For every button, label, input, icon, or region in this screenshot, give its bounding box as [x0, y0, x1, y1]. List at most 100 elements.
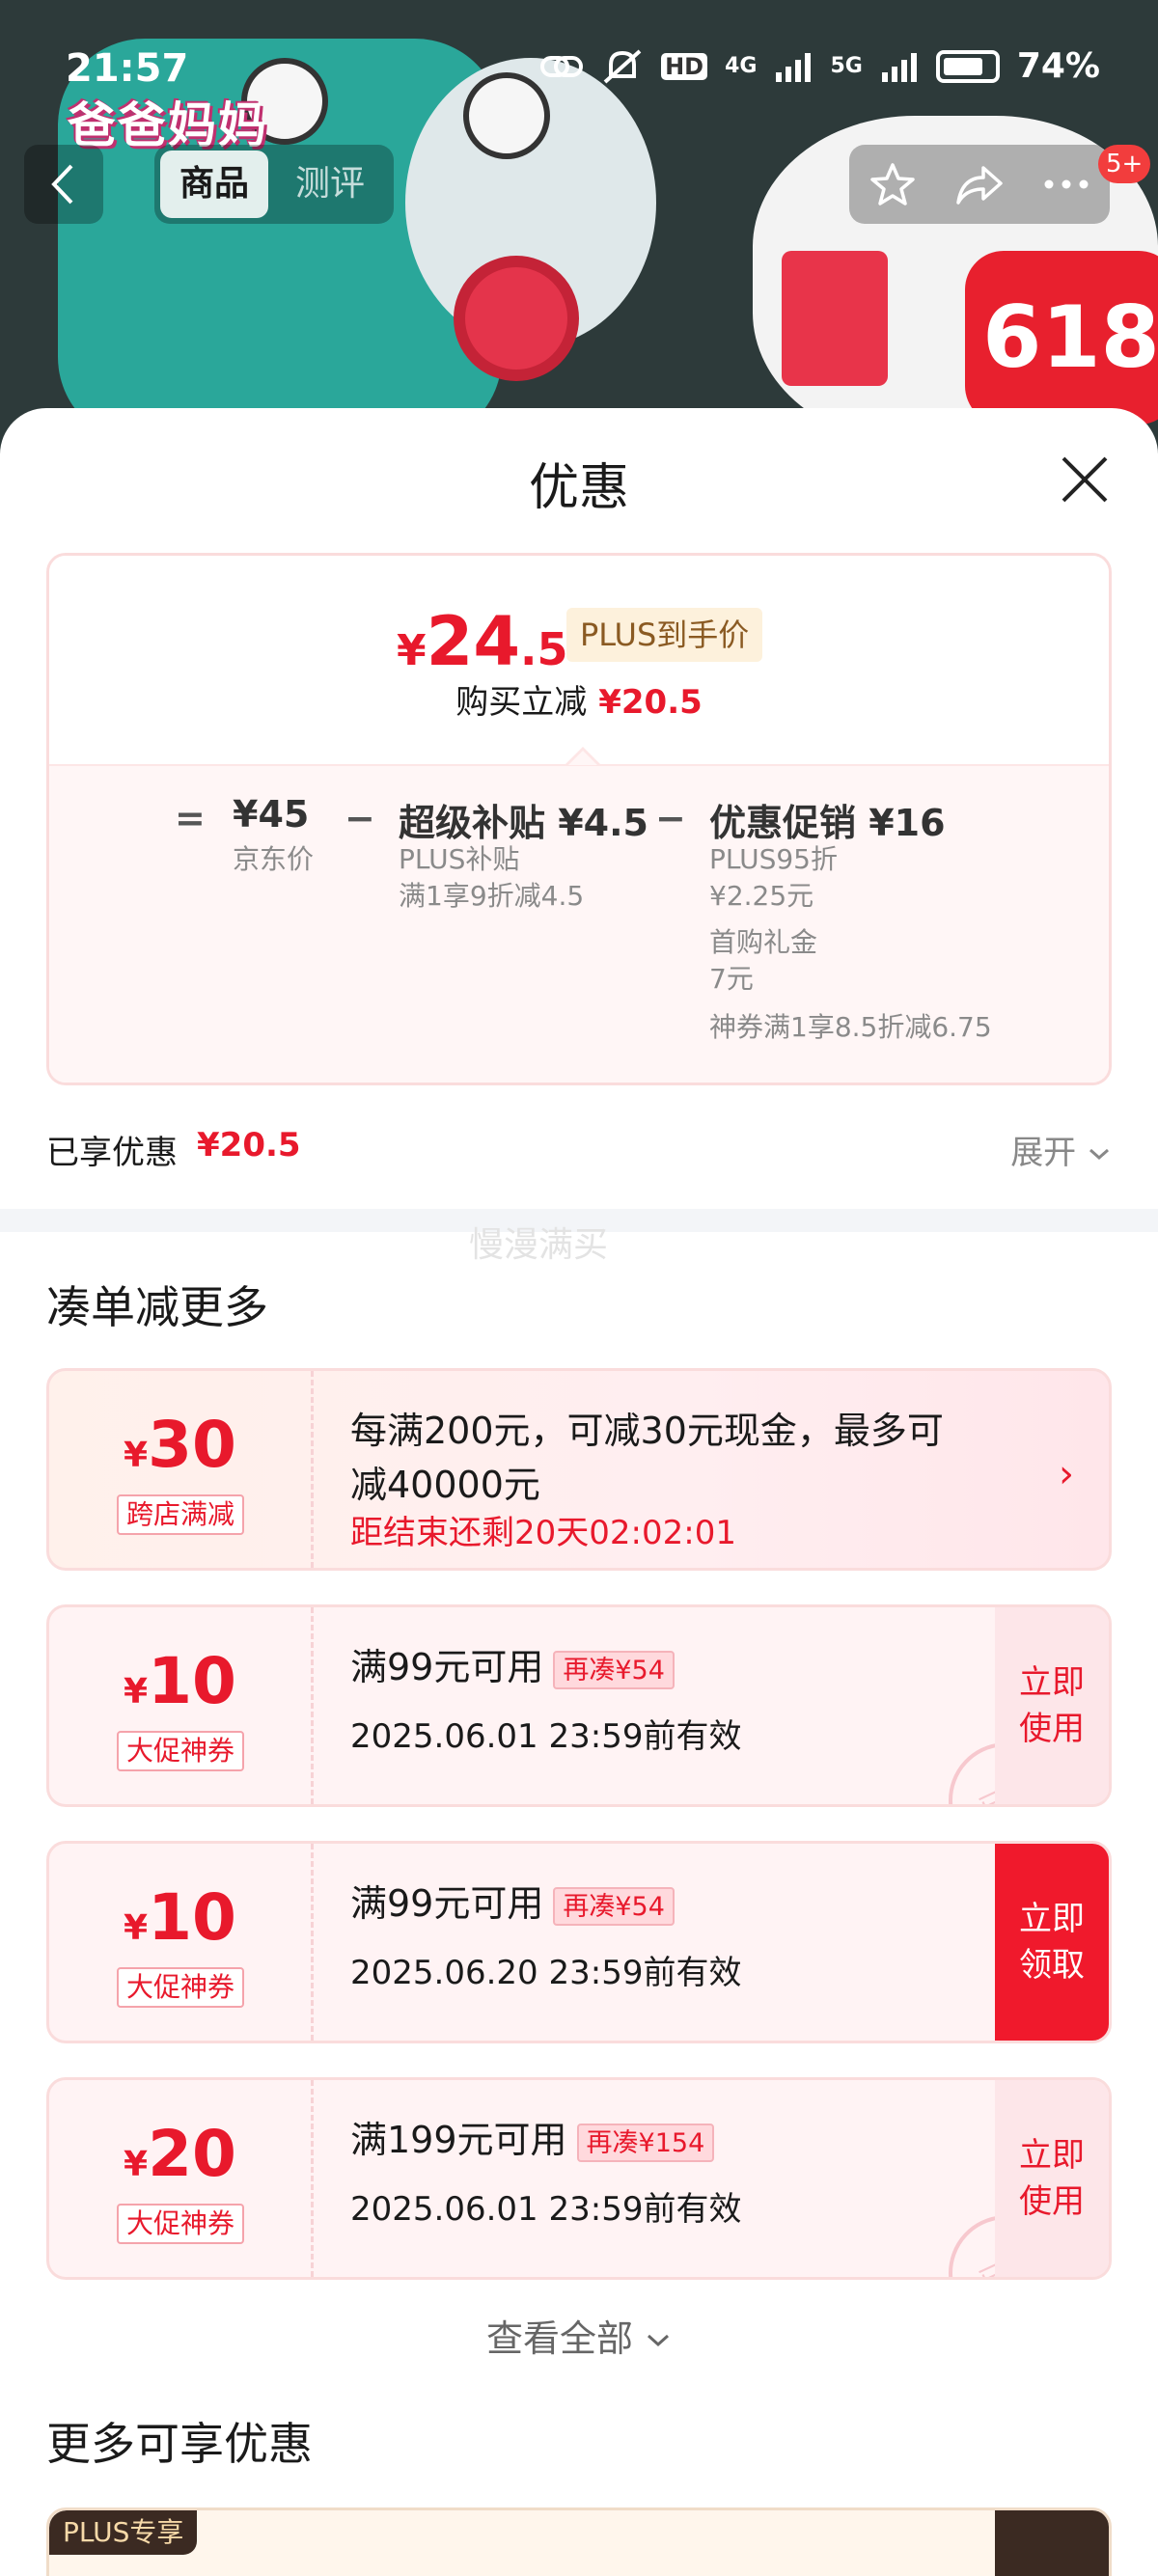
tab-product[interactable]: 商品: [160, 151, 268, 218]
coupon-countdown: 距结束还剩20天02:02:01: [350, 1514, 736, 1552]
coupon-condition: 满99元可用: [350, 1646, 544, 1688]
coupon-description: 满99元可用 再凑¥54: [350, 1877, 675, 1931]
coupon-type-tag: 大促神券: [117, 1731, 245, 1771]
battery-percent: 74%: [1016, 46, 1100, 86]
use-now-button[interactable]: 立即使用: [995, 1607, 1109, 1804]
coupon-validity: 2025.06.20 23:59前有效: [350, 1954, 742, 1992]
view-all-label: 查看全部: [485, 2317, 633, 2360]
link-icon: [540, 55, 584, 77]
promo-line: 神券满1享8.5折减6.75: [709, 1011, 992, 1043]
coupon-condition: 满99元可用: [350, 1882, 544, 1925]
jd-price: ¥45: [233, 793, 310, 836]
coupon-value: 10: [148, 1880, 236, 1955]
product-tabs: 商品 测评: [154, 145, 394, 224]
coupon-amount: ¥20: [49, 2117, 311, 2191]
coupon-amount-area: ¥30 跨店满减: [49, 1371, 314, 1568]
coupon-type-tag: 跨店满减: [117, 1494, 245, 1535]
promo-title: 优惠促销 ¥16: [709, 802, 946, 844]
back-button[interactable]: [24, 145, 103, 224]
mute-icon: [603, 49, 642, 83]
saved-value: ¥20.5: [197, 1126, 301, 1165]
more-discounts-title: 更多可享优惠: [46, 2418, 313, 2470]
use-now-button[interactable]: 立即使用: [995, 2080, 1109, 2277]
plus-coupon-card[interactable]: PLUS专享: [46, 2507, 1112, 2576]
coupon-amount: ¥10: [49, 1880, 311, 1955]
discount-sheet: 优惠 ¥24.5 PLUS到手价 购买立减 ¥20.5 = ¥45 京东价 − 超…: [0, 408, 1158, 2576]
currency-symbol: ¥: [124, 1908, 149, 1948]
network-5g-label: 5G: [830, 54, 863, 78]
coupon-card: ¥10 大促神券 满99元可用 再凑¥54 2025.06.01 23:59前有效…: [46, 1604, 1112, 1807]
coupon-validity: 2025.06.01 23:59前有效: [350, 2190, 742, 2229]
coupon-description: 满199元可用 再凑¥154: [350, 2113, 715, 2167]
coupon-card[interactable]: ¥30 跨店满减 每满200元，可减30元现金，最多可 减40000元 距结束还…: [46, 1368, 1112, 1571]
currency-symbol: ¥: [124, 1436, 149, 1475]
promo-line: 7元: [709, 963, 754, 995]
coupon-condition: 满199元可用: [350, 2119, 567, 2161]
hd-icon: HD: [661, 52, 708, 80]
coupon-gap-tag: 再凑¥54: [553, 1650, 675, 1689]
currency-symbol: ¥: [397, 626, 427, 675]
promo-618-badge: 618: [965, 251, 1158, 425]
coupon-gap-tag: 再凑¥54: [553, 1886, 675, 1926]
price-summary-card: ¥24.5 PLUS到手价 购买立减 ¥20.5 = ¥45 京东价 − 超级补贴…: [46, 553, 1112, 1085]
signal-icon: [776, 52, 812, 82]
coupon-amount: ¥10: [49, 1644, 311, 1718]
summary-top: ¥24.5 PLUS到手价 购买立减 ¥20.5: [49, 556, 1109, 764]
coupon-description: 满99元可用 再凑¥54: [350, 1640, 675, 1694]
bundle-section-title: 凑单减更多: [46, 1281, 268, 1333]
saved-label: 已享优惠: [46, 1134, 178, 1172]
tab-review[interactable]: 测评: [276, 151, 384, 218]
signal-icon: [881, 52, 917, 82]
battery-icon: [935, 49, 1000, 83]
jd-price-label: 京东价: [233, 843, 315, 875]
promo-line: PLUS95折: [709, 843, 838, 875]
plus-action-area[interactable]: [995, 2510, 1109, 2576]
star-icon[interactable]: [868, 160, 917, 208]
coupon-type-tag: 大促神券: [117, 1967, 245, 2008]
promo-line: ¥2.25元: [709, 880, 814, 912]
purchase-reduction: 购买立减 ¥20.5: [49, 675, 1109, 723]
subsidy-line: PLUS补贴: [399, 843, 520, 875]
more-icon[interactable]: [1042, 178, 1090, 191]
status-time: 21:57: [66, 46, 189, 91]
minus-sign: −: [655, 797, 686, 839]
coupon-card: ¥10 大促神券 满99元可用 再凑¥54 2025.06.20 23:59前有效…: [46, 1841, 1112, 2043]
price-integer: 24: [426, 602, 521, 681]
coupon-card: ¥20 大促神券 满199元可用 再凑¥154 2025.06.01 23:59前…: [46, 2077, 1112, 2280]
coupon-desc-line: 每满200元，可减30元现金，最多可: [350, 1410, 944, 1452]
equals-sign: =: [175, 797, 206, 839]
claim-now-button[interactable]: 立即领取: [995, 1844, 1109, 2041]
notch-shape: [568, 751, 597, 765]
close-button[interactable]: [1054, 449, 1116, 510]
status-icons: HD 4G 5G 74%: [539, 46, 1100, 86]
notification-badge: 5+: [1098, 145, 1151, 183]
saved-discount-row: 已享优惠 ¥20.5 展开: [46, 1118, 1112, 1176]
coupon-amount-area: ¥20 大促神券: [49, 2080, 314, 2277]
plus-only-tag: PLUS专享: [49, 2510, 198, 2555]
coupon-value: 20: [148, 2117, 236, 2191]
coupon-value: 30: [148, 1408, 236, 1482]
toy-wheel-shape: [454, 256, 579, 381]
sheet-title: 优惠: [528, 459, 629, 517]
share-icon[interactable]: [954, 162, 1005, 206]
coupon-desc-line: 减40000元: [350, 1464, 540, 1506]
coupon-value: 10: [148, 1644, 236, 1718]
minus-sign: −: [345, 797, 375, 839]
chevron-left-icon: [51, 164, 73, 205]
promo-line: 首购礼金: [709, 926, 818, 958]
coupon-gap-tag: 再凑¥154: [576, 2123, 715, 2162]
plus-price-tag: PLUS到手价: [566, 608, 763, 662]
top-actions: [849, 145, 1110, 224]
coupon-amount-area: ¥10 大促神券: [49, 1844, 314, 2041]
toy-dice-shape: [782, 251, 888, 386]
coupon-amount-area: ¥10 大促神券: [49, 1607, 314, 1804]
chevron-right-icon: ›: [1059, 1452, 1074, 1496]
view-all-button[interactable]: 查看全部: [0, 2309, 1158, 2362]
final-price: ¥24.5: [397, 602, 568, 681]
subsidy-line: 满1享9折减4.5: [399, 880, 585, 912]
currency-symbol: ¥: [124, 2145, 149, 2184]
expand-button[interactable]: 展开: [1010, 1126, 1112, 1173]
chevron-down-icon: [1089, 1148, 1109, 1161]
watermark-text: 慢漫满买: [469, 1225, 609, 1265]
expand-label: 展开: [1010, 1134, 1077, 1172]
